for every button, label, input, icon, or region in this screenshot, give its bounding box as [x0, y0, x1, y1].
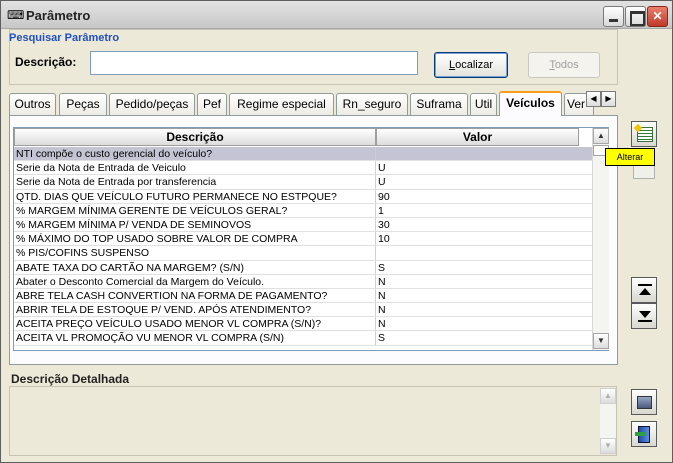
cell-descricao: QTD. DIAS QUE VEÍCULO FUTURO PERMANECE N…	[14, 189, 376, 203]
table-row[interactable]: % MÁXIMO DO TOP USADO SOBRE VALOR DE COM…	[14, 232, 592, 247]
description-label: Descrição:	[15, 55, 77, 69]
cell-valor[interactable]: S	[376, 261, 579, 274]
detail-scroll-down-button[interactable]: ▼	[600, 438, 616, 454]
cell-descricao: % MÁXIMO DO TOP USADO SOBRE VALOR DE COM…	[14, 232, 376, 246]
maximize-button[interactable]	[625, 6, 646, 27]
search-caption: Pesquisar Parâmetro	[9, 32, 120, 44]
cell-descricao: % MARGEM MÍNIMA P/ VENDA DE SEMINOVOS	[14, 217, 376, 232]
table-row[interactable]: % PIS/COFINS SUSPENSO	[14, 246, 592, 261]
cell-valor[interactable]: U	[376, 175, 579, 188]
cell-descricao: ABRIR TELA DE ESTOQUE P/ VEND. APÓS ATEN…	[14, 303, 376, 317]
table-row[interactable]: QTD. DIAS QUE VEÍCULO FUTURO PERMANECE N…	[14, 189, 592, 204]
grid-header: Descrição Valor	[14, 128, 592, 146]
print-button[interactable]	[631, 389, 657, 415]
move-last-button[interactable]	[631, 303, 657, 329]
scroll-up-button[interactable]: ▲	[593, 128, 609, 144]
table-row[interactable]: Serie da Nota de Entrada por transferenc…	[14, 175, 592, 190]
move-first-button[interactable]	[631, 277, 657, 303]
cell-descricao: Serie da Nota de Entrada de Veiculo	[14, 161, 376, 175]
localizar-label: Localizar	[448, 59, 494, 71]
cell-valor[interactable]: 90	[376, 190, 579, 203]
cell-valor[interactable]: N	[376, 303, 579, 316]
cell-valor[interactable]: N	[376, 289, 579, 302]
table-row[interactable]: ACEITA PREÇO VEÍCULO USADO MENOR VL COMP…	[14, 317, 592, 332]
table-row[interactable]: ABATE TAXA DO CARTÃO NA MARGEM? (S/N) S	[14, 260, 592, 275]
table-row[interactable]: % MARGEM MÍNIMA GERENTE DE VEÍCULOS GERA…	[14, 203, 592, 218]
bar-icon	[638, 284, 652, 286]
tab-scroll-left-button[interactable]: ◀	[586, 91, 601, 107]
cell-valor[interactable]: S	[376, 331, 579, 344]
tab-suframa[interactable]: Suframa	[410, 93, 468, 115]
cell-descricao: ACEITA VL PROMOÇÃO VU MENOR VL COMPRA (S…	[14, 331, 376, 345]
exit-button[interactable]	[631, 421, 657, 447]
table-row[interactable]: ABRE TELA CASH CONVERTION NA FORMA DE PA…	[14, 288, 592, 304]
window-title: Parâmetro	[26, 8, 91, 23]
cell-descricao: ABATE TAXA DO CARTÃO NA MARGEM? (S/N)	[14, 260, 376, 274]
cell-valor[interactable]: N	[376, 275, 579, 288]
minimize-button[interactable]	[603, 6, 624, 27]
grid-rows: NTI compõe o custo gerencial do veículo?…	[14, 147, 592, 346]
cell-valor[interactable]: U	[376, 161, 579, 174]
table-row[interactable]: Abater o Desconto Comercial da Margem do…	[14, 274, 592, 289]
tab-pedido-pecas[interactable]: Pedido/peças	[109, 93, 195, 115]
localizar-button[interactable]: Localizar	[434, 52, 508, 78]
print-icon	[637, 396, 652, 409]
tab-scroll-right-button[interactable]: ▶	[601, 91, 616, 107]
cell-descricao: Serie da Nota de Entrada por transferenc…	[14, 175, 376, 189]
parameters-grid[interactable]: Descrição Valor NTI compõe o custo geren…	[13, 127, 609, 351]
todos-button[interactable]: Todos	[528, 52, 600, 78]
alterar-button[interactable]	[631, 121, 657, 147]
cell-descricao: % PIS/COFINS SUSPENSO	[14, 246, 376, 260]
tab-util[interactable]: Util	[470, 93, 497, 115]
bar-icon	[638, 320, 652, 322]
tab-pef[interactable]: Pef	[197, 93, 227, 115]
tab-pecas[interactable]: Peças	[59, 93, 107, 115]
tab-veiculos[interactable]: Veículos	[499, 91, 562, 116]
cell-valor[interactable]: N	[376, 317, 579, 330]
table-row[interactable]: ACEITA VL PROMOÇÃO VU MENOR VL COMPRA (S…	[14, 331, 592, 346]
cell-valor[interactable]: 10	[376, 232, 579, 245]
detail-description-label: Descrição Detalhada	[11, 372, 130, 386]
detail-scrollbar[interactable]: ▲ ▼	[600, 388, 616, 454]
cell-descricao: % MARGEM MÍNIMA GERENTE DE VEÍCULOS GERA…	[14, 203, 376, 217]
detail-description-field[interactable]	[9, 386, 617, 456]
cell-descricao: ACEITA PREÇO VEÍCULO USADO MENOR VL COMP…	[14, 317, 376, 331]
alterar-tooltip: Alterar	[605, 148, 655, 166]
todos-label: Todos	[549, 59, 579, 71]
cell-valor[interactable]	[376, 147, 579, 160]
table-row[interactable]: Serie da Nota de Entrada de Veiculo U	[14, 161, 592, 176]
arrow-up-icon	[639, 288, 651, 295]
cell-descricao: Abater o Desconto Comercial da Margem do…	[14, 274, 376, 288]
table-row[interactable]: ABRIR TELA DE ESTOQUE P/ VEND. APÓS ATEN…	[14, 303, 592, 318]
description-input[interactable]	[90, 51, 418, 75]
close-button[interactable]: ✕	[647, 6, 668, 27]
tab-regime-especial[interactable]: Regime especial	[229, 93, 334, 115]
table-row[interactable]: % MARGEM MÍNIMA P/ VENDA DE SEMINOVOS 30	[14, 217, 592, 233]
tab-outros[interactable]: Outros	[9, 93, 56, 115]
exit-arrow-icon	[635, 432, 645, 436]
cell-descricao: NTI compõe o custo gerencial do veículo?	[14, 147, 376, 161]
title-bar: ⌨ Parâmetro ✕	[1, 1, 672, 29]
detail-scroll-up-button[interactable]: ▲	[600, 388, 616, 404]
cell-valor[interactable]	[376, 246, 579, 259]
table-row[interactable]: NTI compõe o custo gerencial do veículo?	[14, 147, 592, 162]
column-header-valor[interactable]: Valor	[376, 128, 579, 146]
column-header-descricao[interactable]: Descrição	[14, 128, 376, 146]
tab-strip: Outros Peças Pedido/peças Pef Regime esp…	[9, 91, 619, 116]
cell-valor[interactable]: 1	[376, 204, 579, 217]
tab-rn-seguro[interactable]: Rn_seguro	[336, 93, 408, 115]
cell-descricao: ABRE TELA CASH CONVERTION NA FORMA DE PA…	[14, 288, 376, 303]
keyboard-icon: ⌨	[7, 8, 25, 22]
arrow-down-icon	[639, 311, 651, 318]
scroll-down-button[interactable]: ▼	[593, 333, 609, 349]
cell-valor[interactable]: 30	[376, 218, 579, 231]
parametro-window: ⌨ Parâmetro ✕ Pesquisar Parâmetro Descri…	[0, 0, 673, 463]
